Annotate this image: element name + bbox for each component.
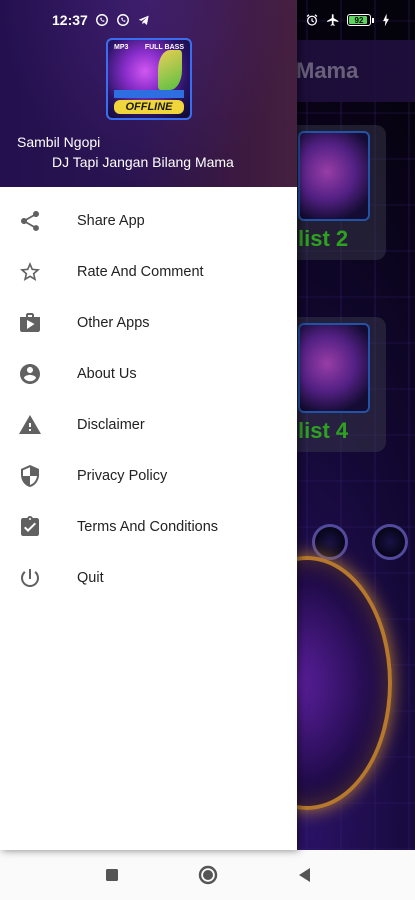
telegram-icon: [138, 15, 149, 25]
home-icon: [198, 865, 217, 885]
clipboard-check-icon: [18, 515, 42, 539]
menu-item-terms-and-conditions[interactable]: Terms And Conditions: [0, 501, 297, 552]
drawer-menu: Share App Rate And Comment Other Apps Ab…: [0, 187, 297, 603]
menu-item-other-apps[interactable]: Other Apps: [0, 297, 297, 348]
menu-item-about-us[interactable]: About Us: [0, 348, 297, 399]
logo-tag-right: FULL BASS: [144, 44, 184, 51]
menu-item-quit[interactable]: Quit: [0, 552, 297, 603]
drawer-header-title: Sambil Ngopi: [17, 134, 101, 150]
battery-icon: 92: [347, 14, 374, 26]
menu-item-privacy-policy[interactable]: Privacy Policy: [0, 450, 297, 501]
menu-item-label: Privacy Policy: [77, 467, 168, 484]
status-time: 12:37: [52, 12, 88, 28]
menu-item-share-app[interactable]: Share App: [0, 195, 297, 246]
star-icon: [18, 260, 42, 284]
menu-item-label: Share App: [77, 212, 145, 229]
logo-tag-left: MP3: [114, 44, 129, 51]
drawer-header-subtitle: DJ Tapi Jangan Bilang Mama: [52, 154, 234, 170]
battery-level: 92: [354, 15, 364, 25]
back-icon: [298, 868, 310, 882]
menu-item-label: Disclaimer: [77, 416, 145, 433]
menu-item-label: Terms And Conditions: [77, 518, 219, 535]
menu-item-label: About Us: [77, 365, 137, 382]
alarm-icon: [306, 14, 318, 26]
airplane-mode-icon: [327, 14, 339, 26]
share-icon: [18, 209, 42, 233]
recents-icon: [105, 869, 118, 881]
whatsapp-icon: [116, 14, 129, 26]
logo-offline-badge: OFFLINE: [114, 100, 184, 114]
power-icon: [18, 566, 42, 590]
charging-icon: [383, 13, 389, 27]
menu-item-disclaimer[interactable]: Disclaimer: [0, 399, 297, 450]
shield-icon: [18, 464, 42, 488]
menu-item-label: Rate And Comment: [77, 263, 204, 280]
recents-button[interactable]: [100, 863, 124, 887]
back-button[interactable]: [292, 863, 316, 887]
menu-item-label: Quit: [77, 569, 104, 586]
account-circle-icon: [18, 362, 42, 386]
whatsapp-icon: [95, 14, 108, 26]
menu-item-label: Other Apps: [77, 314, 150, 331]
system-navigation-bar: [0, 850, 415, 900]
menu-item-rate-and-comment[interactable]: Rate And Comment: [0, 246, 297, 297]
home-button[interactable]: [196, 863, 220, 887]
warning-icon: [18, 413, 42, 437]
navigation-drawer: MP3 FULL BASS OFFLINE Sambil Ngopi DJ Ta…: [0, 0, 297, 850]
app-logo: MP3 FULL BASS OFFLINE: [106, 38, 192, 120]
status-bar: 12:37 92: [0, 0, 415, 40]
shop-icon: [18, 311, 42, 335]
